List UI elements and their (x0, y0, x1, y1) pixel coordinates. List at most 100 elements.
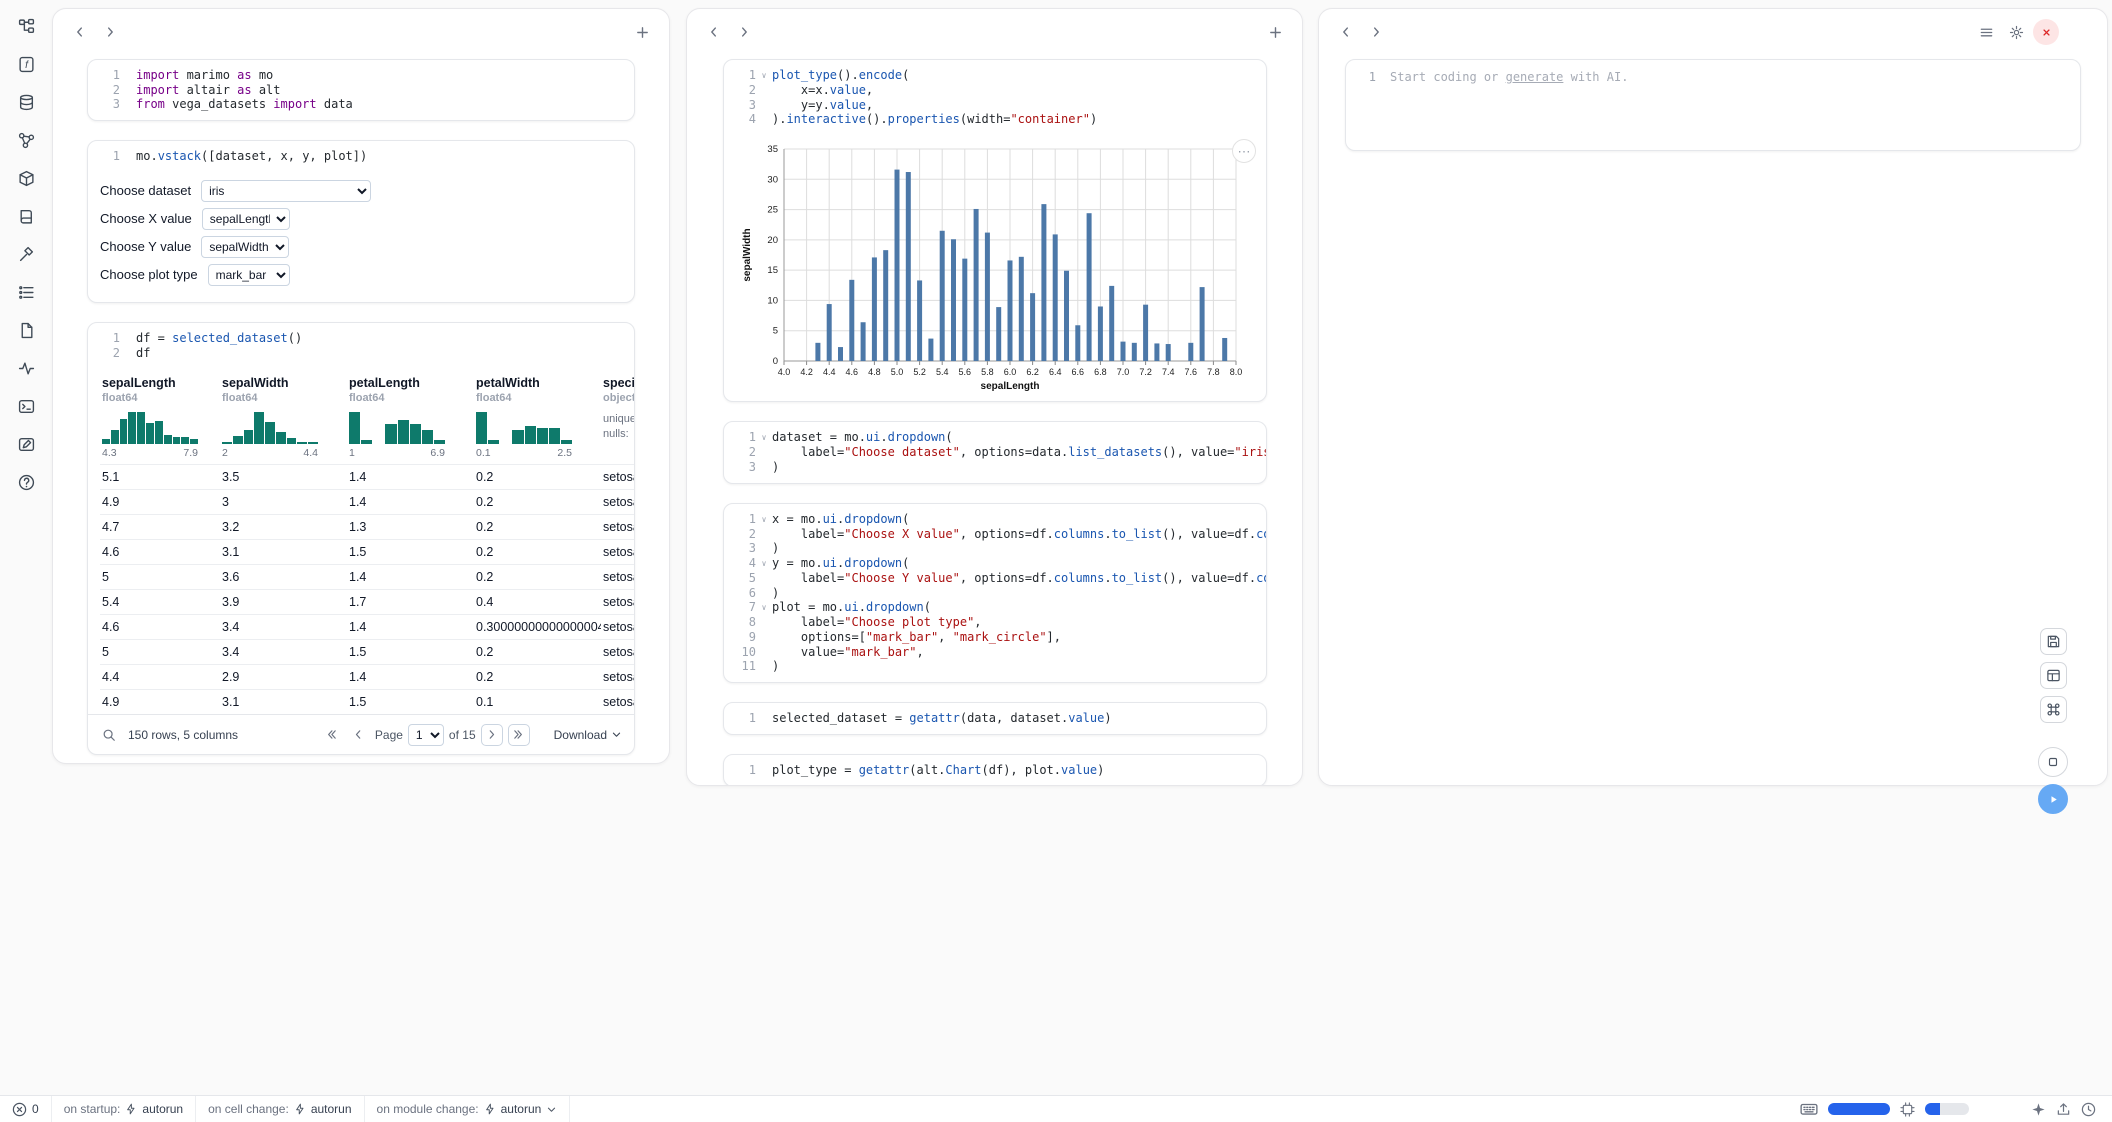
code-editor[interactable]: 1plot_type = getattr(alt.Chart(df), plot… (724, 755, 1266, 786)
x-value-select[interactable]: sepalLength (202, 208, 290, 230)
table-search-button[interactable] (98, 724, 120, 746)
chart-output[interactable]: 051015202530354.04.24.44.64.85.05.25.45.… (724, 135, 1266, 401)
dependency-graph-icon[interactable] (12, 126, 40, 154)
fold-icon[interactable]: ∨ (756, 430, 772, 445)
table-row: 53.61.40.2setosa (100, 565, 635, 590)
next-column-button[interactable] (1363, 19, 1389, 45)
fold-icon[interactable]: ∨ (756, 512, 772, 527)
share-button[interactable] (2056, 1102, 2071, 1117)
last-page-button[interactable] (508, 724, 530, 746)
on-module-change-setting[interactable]: on module change: autorun (365, 1096, 571, 1122)
table-row: 4.42.91.40.2setosa (100, 665, 635, 690)
altair-chart[interactable]: 051015202530354.04.24.44.64.85.05.25.45.… (740, 141, 1266, 393)
help-icon[interactable] (12, 468, 40, 496)
code-editor[interactable]: 1selected_dataset = getattr(data, datase… (724, 703, 1266, 734)
keyboard-icon (1800, 1100, 1818, 1118)
prev-column-button[interactable] (701, 19, 727, 45)
add-cell-button[interactable] (1262, 19, 1288, 45)
column-toolbar (687, 9, 1302, 55)
svg-text:20: 20 (767, 235, 778, 246)
code-editor[interactable]: 1df = selected_dataset()2df (88, 323, 634, 368)
run-all-button[interactable] (2038, 784, 2068, 814)
file-explorer-icon[interactable] (12, 12, 40, 40)
snippets-icon[interactable] (12, 430, 40, 458)
fold-icon[interactable]: ∨ (756, 600, 772, 615)
svg-text:0: 0 (773, 356, 778, 367)
outline-icon[interactable] (12, 278, 40, 306)
prev-page-button[interactable] (348, 724, 370, 746)
layout-button[interactable] (2040, 662, 2067, 689)
dropdown-label: Choose dataset (100, 183, 191, 198)
disk-icon (2046, 634, 2061, 649)
on-cell-change-setting[interactable]: on cell change: autorun (196, 1096, 364, 1122)
column-histogram (102, 412, 198, 444)
chart-actions-button[interactable]: ⋯ (1232, 139, 1256, 163)
column-toolbar (53, 9, 669, 55)
menu-button[interactable] (1973, 19, 1999, 45)
page-label: Page (375, 728, 403, 742)
code-editor[interactable]: 1import marimo as mo2import altair as al… (88, 60, 634, 120)
shutdown-button[interactable] (2033, 19, 2059, 45)
page-select[interactable]: 1 (408, 724, 444, 746)
table-row: 4.73.21.30.2setosa (100, 515, 635, 540)
column-header[interactable]: petalWidthfloat640.12.5 (474, 368, 601, 465)
column-histogram (222, 412, 318, 444)
fold-icon[interactable]: ∨ (756, 68, 772, 83)
dataset-select[interactable]: iris (201, 180, 371, 202)
notebook-cell-imports: 1import marimo as mo2import altair as al… (87, 59, 635, 121)
fold-icon[interactable]: ∨ (756, 556, 772, 571)
next-page-button[interactable] (481, 724, 503, 746)
save-button[interactable] (2040, 628, 2067, 655)
notebook-icon[interactable] (12, 202, 40, 230)
hamburger-icon (1979, 25, 1994, 40)
code-editor[interactable]: 1mo.vstack([dataset, x, y, plot]) (88, 141, 634, 172)
notebook-cell-dataframe: 1df = selected_dataset()2df sepalLengthf… (87, 322, 635, 755)
add-cell-button[interactable] (629, 19, 655, 45)
line-number: 4 (730, 556, 756, 571)
plot-type-select[interactable]: mark_bar (208, 264, 290, 286)
clock-icon (2081, 1102, 2096, 1117)
prev-column-button[interactable] (1333, 19, 1359, 45)
on-startup-setting[interactable]: on startup: autorun (52, 1096, 196, 1122)
column-header[interactable]: petalLengthfloat6416.9 (347, 368, 474, 465)
generate-with-ai-link[interactable]: generate (1506, 70, 1564, 84)
datasets-icon[interactable] (12, 88, 40, 116)
packages-icon[interactable] (12, 164, 40, 192)
column-header[interactable]: sepalWidthfloat6424.4 (220, 368, 347, 465)
first-page-button[interactable] (321, 724, 343, 746)
marimo-file-icon[interactable]: f (12, 50, 40, 78)
scratchpad-icon[interactable] (12, 392, 40, 420)
line-number: 1 (94, 331, 120, 346)
notebook-cell-chart: 1∨plot_type().encode(2 x=x.value,3 y=y.v… (723, 59, 1267, 402)
history-button[interactable] (2081, 1102, 2096, 1117)
download-button[interactable]: Download (554, 728, 622, 742)
upload-icon (2056, 1102, 2071, 1117)
next-column-button[interactable] (731, 19, 757, 45)
keyboard-shortcuts-button[interactable] (2040, 696, 2067, 723)
column-header[interactable]: sepalLengthfloat644.37.9 (100, 368, 220, 465)
ai-button[interactable] (2031, 1102, 2046, 1117)
page-count: of 15 (449, 728, 476, 742)
logs-icon[interactable] (12, 354, 40, 382)
code-editor[interactable]: 1∨x = mo.ui.dropdown(2 label="Choose X v… (724, 504, 1266, 683)
documentation-icon[interactable] (12, 316, 40, 344)
prev-column-button[interactable] (67, 19, 93, 45)
cpu-button[interactable] (1900, 1102, 1915, 1117)
column-header[interactable]: speciesobjectuniquenulls: (601, 368, 635, 465)
settings-button[interactable] (2003, 19, 2029, 45)
error-counter[interactable]: 0 (0, 1096, 52, 1122)
next-column-button[interactable] (97, 19, 123, 45)
control-row: Choose Y value sepalWidth (100, 236, 620, 258)
utilities-icon[interactable] (12, 240, 40, 268)
column-toolbar (1319, 9, 2107, 55)
zap-icon (484, 1103, 496, 1115)
line-number: 10 (730, 645, 756, 660)
y-value-select[interactable]: sepalWidth (201, 236, 289, 258)
code-editor[interactable]: 1∨dataset = mo.ui.dropdown(2 label="Choo… (724, 422, 1266, 482)
bar-chart[interactable]: 051015202530354.04.24.44.64.85.05.25.45.… (740, 141, 1252, 393)
scratch-cell-button[interactable] (2038, 747, 2068, 777)
keyboard-button[interactable] (1800, 1100, 1818, 1118)
svg-text:4.2: 4.2 (800, 367, 813, 377)
code-editor[interactable]: 1∨plot_type().encode(2 x=x.value,3 y=y.v… (724, 60, 1266, 135)
new-cell-editor[interactable]: 1 Start coding or generate with AI. (1345, 59, 2081, 151)
